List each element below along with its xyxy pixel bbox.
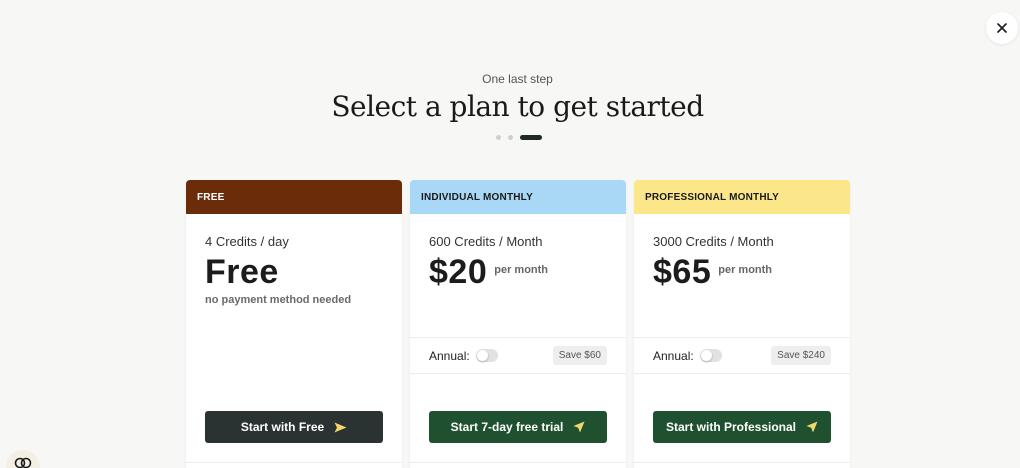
start-with-professional-button[interactable]: Start with Professional bbox=[653, 411, 831, 443]
annual-label: Annual: bbox=[429, 348, 470, 363]
close-button[interactable] bbox=[986, 12, 1018, 44]
annual-billing-row: Annual: Save $240 bbox=[634, 338, 850, 374]
plan-price: $65 bbox=[653, 253, 712, 291]
toggle-knob bbox=[476, 350, 488, 361]
start-free-trial-button[interactable]: Start 7-day free trial bbox=[429, 411, 607, 443]
send-icon bbox=[334, 422, 347, 432]
step-indicator bbox=[496, 135, 542, 140]
plan-price: Free bbox=[205, 253, 279, 291]
plan-header-free: FREE bbox=[186, 180, 402, 214]
card-divider bbox=[410, 462, 626, 463]
toggle-knob bbox=[700, 350, 712, 361]
card-divider bbox=[634, 462, 850, 463]
annual-toggle[interactable] bbox=[475, 349, 498, 362]
step-dot-1 bbox=[496, 135, 501, 140]
start-with-free-button[interactable]: Start with Free bbox=[205, 411, 383, 443]
save-badge: Save $240 bbox=[771, 346, 831, 365]
plan-header-individual: INDIVIDUAL MONTHLY bbox=[410, 180, 626, 214]
plan-credits: 600 Credits / Month bbox=[429, 234, 543, 249]
plan-note: no payment method needed bbox=[205, 294, 352, 306]
chat-launcher-button[interactable] bbox=[6, 450, 40, 468]
card-divider bbox=[186, 462, 402, 463]
plan-price-row: $20 per month bbox=[429, 253, 607, 292]
step-subtitle: One last step bbox=[482, 72, 553, 86]
plan-summary-professional: 3000 Credits / Month $65 per month bbox=[634, 214, 850, 338]
plan-period: per month bbox=[718, 264, 773, 276]
navigation-arrow-icon bbox=[573, 421, 585, 433]
plan-card-professional: PROFESSIONAL MONTHLY 3000 Credits / Mont… bbox=[634, 180, 850, 468]
plan-credits: 4 Credits / day bbox=[205, 234, 289, 249]
plan-price: $20 bbox=[429, 253, 488, 291]
plan-summary-free: 4 Credits / day Free no payment method n… bbox=[186, 214, 402, 338]
annual-label: Annual: bbox=[653, 348, 694, 363]
annual-billing-row: Annual: Save $60 bbox=[410, 338, 626, 374]
cta-label: Start with Professional bbox=[665, 420, 797, 434]
cta-label: Start 7-day free trial bbox=[450, 420, 564, 434]
chat-bubble-icon bbox=[14, 457, 32, 468]
close-icon bbox=[997, 23, 1007, 33]
navigation-arrow-icon bbox=[806, 421, 818, 433]
plan-price-row: $65 per month bbox=[653, 253, 831, 292]
plan-card-individual: INDIVIDUAL MONTHLY 600 Credits / Month $… bbox=[410, 180, 626, 468]
plan-summary-individual: 600 Credits / Month $20 per month bbox=[410, 214, 626, 338]
step-dot-2 bbox=[508, 135, 513, 140]
plan-header-professional: PROFESSIONAL MONTHLY bbox=[634, 180, 850, 214]
plan-credits: 3000 Credits / Month bbox=[653, 234, 774, 249]
save-badge: Save $60 bbox=[552, 346, 607, 365]
annual-toggle[interactable] bbox=[699, 349, 722, 362]
plan-card-free: FREE 4 Credits / day Free no payment met… bbox=[186, 180, 402, 468]
page-title: Select a plan to get started bbox=[331, 90, 704, 123]
step-dot-3-active bbox=[520, 135, 542, 140]
plan-period: per month bbox=[494, 264, 549, 276]
cta-label: Start with Free bbox=[240, 420, 325, 434]
plan-price-row: Free bbox=[205, 253, 383, 292]
